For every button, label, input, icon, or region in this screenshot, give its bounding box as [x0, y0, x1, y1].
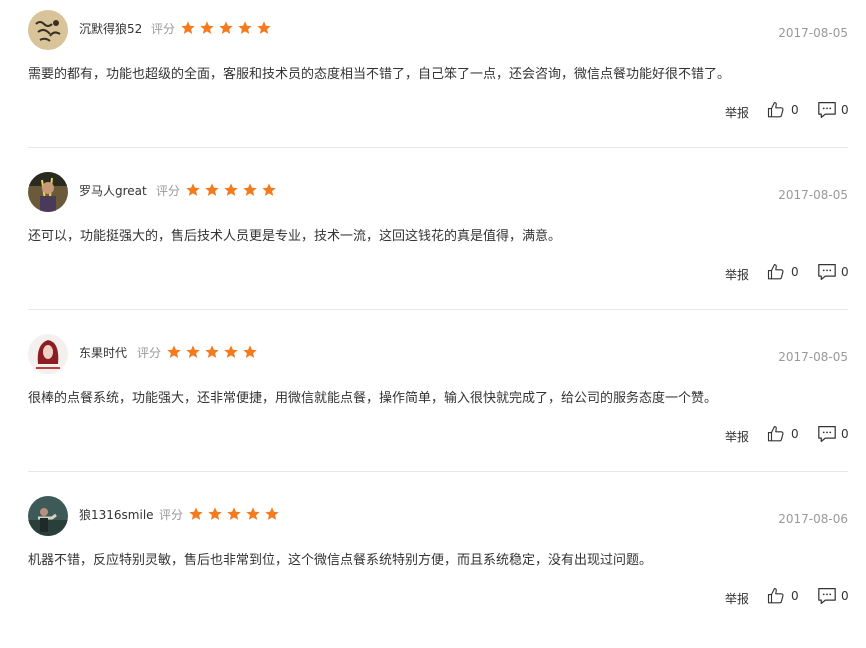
username[interactable]: 东果时代	[79, 345, 127, 361]
star-icon	[167, 345, 181, 358]
star-icon	[243, 183, 257, 196]
report-button[interactable]: 举报	[725, 428, 749, 446]
star-icon	[238, 21, 252, 34]
username[interactable]: 沉默得狼52	[79, 21, 142, 37]
rating-stars	[188, 506, 280, 524]
rating-label: 评分	[151, 22, 176, 36]
star-icon	[186, 183, 200, 196]
divider	[28, 471, 848, 472]
comment-button[interactable]: 0	[817, 101, 849, 119]
review-content: 很棒的点餐系统，功能强大，还非常便捷，用微信就能点餐，操作简单，输入很快就完成了…	[28, 391, 718, 406]
star-icon	[219, 21, 233, 34]
rating-stars	[180, 20, 272, 38]
review-content: 需要的都有，功能也超级的全面，客服和技术员的态度相当不错了，自己笨了一点，还会咨…	[28, 67, 731, 82]
star-icon	[265, 507, 279, 520]
like-button[interactable]: 0	[767, 101, 799, 119]
star-icon	[200, 21, 214, 34]
review-date: 2017-08-05	[778, 188, 848, 202]
review-date: 2017-08-05	[778, 350, 848, 364]
review-date: 2017-08-05	[778, 26, 848, 40]
star-icon	[257, 21, 271, 34]
thumbs-up-icon	[767, 101, 784, 118]
rating-stars	[185, 182, 277, 200]
star-icon	[181, 21, 195, 34]
thumbs-up-icon	[767, 425, 784, 442]
review-item: 沉默得狼52 评分 2017-08-05 需要的都有，功能也超级的全面，客服和技…	[0, 0, 866, 162]
comment-button[interactable]: 0	[817, 425, 849, 443]
star-icon	[224, 345, 238, 358]
photo-avatar-icon[interactable]	[28, 172, 68, 212]
outdoor-avatar-icon[interactable]	[28, 496, 68, 536]
star-icon	[186, 345, 200, 358]
comment-icon	[818, 264, 836, 280]
thumbs-up-icon	[767, 263, 784, 280]
like-button[interactable]: 0	[767, 425, 799, 443]
comment-icon	[818, 426, 836, 442]
comment-icon	[818, 102, 836, 118]
rating-label: 评分	[137, 346, 162, 360]
star-icon	[227, 507, 241, 520]
rating-label: 评分	[159, 508, 184, 522]
report-button[interactable]: 举报	[725, 266, 749, 284]
report-button[interactable]: 举报	[725, 104, 749, 122]
star-icon	[262, 183, 276, 196]
comment-button[interactable]: 0	[817, 263, 849, 281]
comment-count: 0	[841, 103, 849, 117]
like-count: 0	[791, 589, 799, 603]
rating-label: 评分	[156, 184, 181, 198]
username[interactable]: 罗马人great	[79, 183, 147, 199]
report-button[interactable]: 举报	[725, 590, 749, 608]
like-button[interactable]: 0	[767, 263, 799, 281]
review-item: 东果时代 评分 2017-08-05 很棒的点餐系统，功能强大，还非常便捷，用微…	[0, 324, 866, 486]
comment-count: 0	[841, 265, 849, 279]
star-icon	[224, 183, 238, 196]
comment-button[interactable]: 0	[817, 587, 849, 605]
review-content: 还可以，功能挺强大的，售后技术人员更是专业，技术一流，这回这钱花的真是值得，满意…	[28, 229, 562, 244]
review-item: 狼1316smile 评分 2017-08-06 机器不错，反应特别灵敏，售后也…	[0, 486, 866, 648]
star-icon	[205, 345, 219, 358]
like-count: 0	[791, 427, 799, 441]
star-icon	[208, 507, 222, 520]
comment-count: 0	[841, 427, 849, 441]
rating-stars	[166, 344, 258, 362]
calligraphy-avatar-icon[interactable]	[28, 10, 68, 50]
like-count: 0	[791, 265, 799, 279]
star-icon	[189, 507, 203, 520]
username[interactable]: 狼1316smile	[79, 507, 154, 523]
divider	[28, 147, 848, 148]
divider	[28, 309, 848, 310]
review-item: 罗马人great 评分 2017-08-05 还可以，功能挺强大的，售后技术人员…	[0, 162, 866, 324]
star-icon	[205, 183, 219, 196]
portrait-avatar-icon[interactable]	[28, 334, 68, 374]
comment-icon	[818, 588, 836, 604]
like-count: 0	[791, 103, 799, 117]
star-icon	[243, 345, 257, 358]
star-icon	[246, 507, 260, 520]
like-button[interactable]: 0	[767, 587, 799, 605]
review-content: 机器不错，反应特别灵敏，售后也非常到位，这个微信点餐系统特别方便，而且系统稳定，…	[28, 553, 653, 568]
review-date: 2017-08-06	[778, 512, 848, 526]
thumbs-up-icon	[767, 587, 784, 604]
comment-count: 0	[841, 589, 849, 603]
